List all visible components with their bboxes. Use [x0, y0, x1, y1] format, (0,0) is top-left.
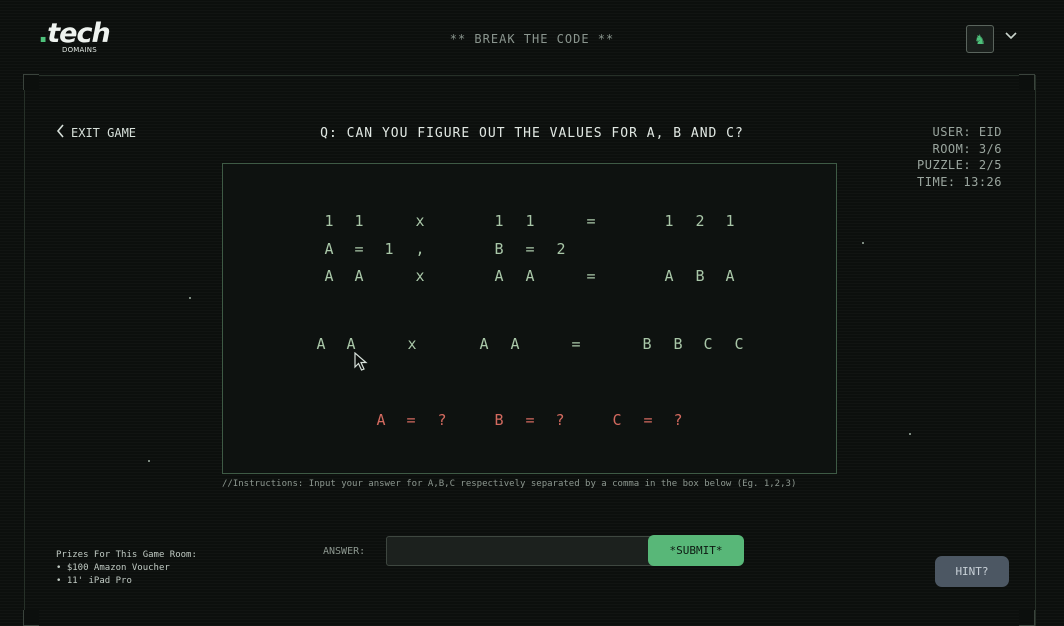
puzzle-symbol: =	[525, 240, 535, 258]
frame-corner	[23, 610, 39, 626]
puzzle-symbol: B	[494, 240, 504, 258]
puzzle-symbol: A	[725, 267, 735, 285]
puzzle-symbol: =	[586, 267, 596, 285]
puzzle-panel: 1 1 x 1 1 = 1 2 1 A = 1 , B = 2 A A x A …	[222, 163, 837, 474]
puzzle-symbol: x	[415, 212, 425, 230]
puzzle-symbol: A	[525, 267, 535, 285]
instructions-text: //Instructions: Input your answer for A,…	[222, 479, 797, 489]
unknown-symbol: C	[612, 411, 622, 429]
puzzle-symbol: x	[415, 267, 425, 285]
stat-puzzle: PUZZLE: 2/5	[917, 158, 1002, 172]
puzzle-symbol: C	[734, 335, 744, 353]
puzzle-symbol: A	[479, 335, 489, 353]
puzzle-symbol: ,	[415, 240, 425, 258]
unknown-symbol: =	[406, 411, 416, 429]
puzzle-symbol: C	[703, 335, 713, 353]
puzzle-symbol: A	[316, 335, 326, 353]
background-speck	[189, 297, 191, 299]
stat-room: ROOM: 3/6	[932, 141, 1002, 156]
answer-input[interactable]	[386, 536, 686, 566]
puzzle-symbol: B	[642, 335, 652, 353]
puzzle-symbol: 1	[664, 212, 674, 230]
chess-knight-icon: ♞	[975, 30, 985, 48]
puzzle-symbol: A	[324, 267, 334, 285]
prizes-title: Prizes For This Game Room:	[56, 550, 197, 560]
question-text: Q: CAN YOU FIGURE OUT THE VALUES FOR A, …	[320, 126, 744, 141]
puzzle-symbol: A	[346, 335, 356, 353]
puzzle-symbol: 1	[494, 212, 504, 230]
puzzle-symbol: A	[324, 240, 334, 258]
background-speck	[909, 433, 911, 435]
prize-item: $100 Amazon Voucher	[56, 562, 197, 575]
logo-subtext: DOMAINS	[62, 46, 97, 54]
puzzle-symbol: A	[354, 267, 364, 285]
answer-label: ANSWER:	[323, 546, 366, 557]
unknown-symbol: B	[494, 411, 504, 429]
unknown-symbol: =	[643, 411, 653, 429]
puzzle-symbol: =	[586, 212, 596, 230]
puzzle-symbol: 1	[324, 212, 334, 230]
page-title: ** BREAK THE CODE **	[449, 32, 615, 46]
hint-button[interactable]: HINT?	[935, 556, 1009, 587]
chevron-down-icon[interactable]	[1004, 29, 1018, 45]
background-speck	[148, 460, 150, 462]
puzzle-symbol: A	[664, 267, 674, 285]
puzzle-symbol: A	[494, 267, 504, 285]
unknown-symbol: ?	[673, 411, 683, 429]
unknown-symbol: ?	[555, 411, 565, 429]
prizes-section: Prizes For This Game Room: $100 Amazon V…	[56, 549, 197, 588]
puzzle-symbol: x	[407, 335, 417, 353]
puzzle-symbol: =	[354, 240, 364, 258]
puzzle-symbol: A	[510, 335, 520, 353]
puzzle-symbol: 2	[556, 240, 566, 258]
unknown-symbol: ?	[437, 411, 447, 429]
frame-corner	[23, 74, 39, 90]
frame-corner	[1019, 74, 1035, 90]
submit-button[interactable]: *SUBMIT*	[648, 535, 744, 566]
unknown-symbol: A	[376, 411, 386, 429]
puzzle-symbol: 1	[384, 240, 394, 258]
puzzle-symbol: =	[571, 335, 581, 353]
puzzle-symbol: B	[695, 267, 705, 285]
puzzle-symbol: 1	[525, 212, 535, 230]
background-speck	[862, 242, 864, 244]
frame-corner	[1019, 610, 1035, 626]
puzzle-symbol: 1	[354, 212, 364, 230]
stat-time: TIME: 13:26	[917, 174, 1002, 189]
mouse-pointer-icon	[354, 352, 368, 371]
unknown-symbol: =	[525, 411, 535, 429]
puzzle-symbol: 1	[725, 212, 735, 230]
puzzle-symbol: B	[673, 335, 683, 353]
stat-user: USER: EID	[932, 125, 1002, 139]
game-stats: USER: EID ROOM: 3/6 PUZZLE: 2/5 TIME: 13…	[917, 124, 1002, 190]
puzzle-symbol: 2	[695, 212, 705, 230]
prize-item: 11' iPad Pro	[56, 575, 197, 588]
avatar[interactable]: ♞	[966, 25, 994, 53]
